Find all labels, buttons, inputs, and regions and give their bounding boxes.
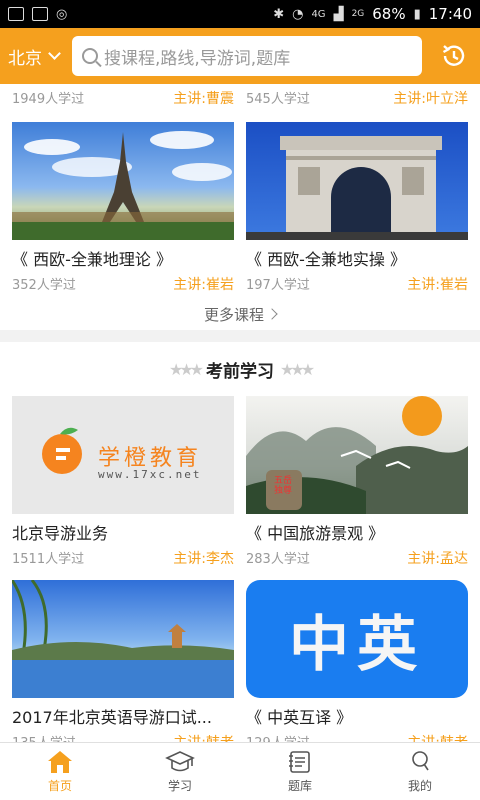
teacher-name: 主讲:李杰 <box>173 551 234 567</box>
course-card[interactable]: 《 西欧-全兼地理论 》 352人学过 主讲:崔岩 <box>12 122 234 294</box>
summer-palace-image <box>12 580 234 698</box>
teacher-name: 主讲:曹震 <box>173 91 234 107</box>
learner-count: 129人学过 <box>246 732 310 742</box>
teacher-name: 主讲:叶立洋 <box>393 91 468 107</box>
course-title: 《 西欧-全兼地理论 》 <box>12 250 172 269</box>
search-placeholder: 搜课程,路线,导游词,题库 <box>104 48 291 69</box>
course-title: 《 西欧-全兼地实操 》 <box>246 250 406 269</box>
teacher-name: 主讲:崔岩 <box>173 277 234 293</box>
signal-icon: ▟ <box>333 6 344 22</box>
course-meta: 545人学过 主讲:叶立洋 <box>246 88 468 108</box>
wifi-icon: ◔ <box>292 6 304 22</box>
bluetooth-icon: ✱ <box>273 6 285 22</box>
wechat-icon: ◎ <box>56 6 68 22</box>
nav-label: 我的 <box>407 779 432 793</box>
chevron-down-icon <box>48 47 61 60</box>
course-title: 《 中国旅游景观 》 <box>246 524 385 543</box>
learner-count: 197人学过 <box>246 278 310 293</box>
battery-icon: ▮ <box>413 6 421 22</box>
courses-section: 1949人学过 主讲:曹震 545人学过 主讲:叶立洋 《 西欧-全兼地理论 》… <box>0 84 480 330</box>
xuecheng-logo-image: 学橙教育 www.17xc.net <box>12 396 234 514</box>
exam-section: ★★★ 考前学习 ★★★ 学橙教育 www.17xc.net 北京导游业务 15… <box>0 342 480 742</box>
network2-label: 2G <box>351 9 365 19</box>
app-header: 北京 搜课程,路线,导游词,题库 <box>0 28 480 84</box>
teacher-name: 主讲:孟达 <box>407 551 468 567</box>
book-icon <box>289 751 310 773</box>
stars-icon: ★★★ <box>280 359 315 379</box>
teacher-name: 主讲:韩老 <box>407 732 468 742</box>
learner-count: 283人学过 <box>246 552 310 567</box>
more-courses-label: 更多课程 <box>203 305 264 324</box>
user-icon <box>412 751 429 771</box>
course-card[interactable]: 2017年北京英语导游口试... 135人学过 主讲:韩老 <box>12 580 234 742</box>
section-title: ★★★ 考前学习 ★★★ <box>0 342 480 396</box>
graduation-cap-icon <box>165 751 195 772</box>
course-card[interactable]: 《 西欧-全兼地实操 》 197人学过 主讲:崔岩 <box>246 122 468 294</box>
nav-study[interactable]: 学习 <box>120 743 240 800</box>
search-input[interactable]: 搜课程,路线,导游词,题库 <box>72 36 422 76</box>
learner-count: 545人学过 <box>246 92 310 107</box>
chinese-landscape-image: 五岳独尊 <box>246 396 468 514</box>
learner-count: 1949人学过 <box>12 92 85 107</box>
arc-de-triomphe-image <box>246 122 468 240</box>
nav-home[interactable]: 首页 <box>0 743 120 800</box>
city-label: 北京 <box>8 48 42 69</box>
logo-url: www.17xc.net <box>98 468 202 481</box>
history-icon <box>442 45 465 66</box>
home-icon <box>48 751 72 773</box>
nav-label: 题库 <box>287 779 312 793</box>
learner-count: 1511人学过 <box>12 552 85 567</box>
battery-level: 68% <box>372 5 406 23</box>
thumb-big-text: 中英 <box>289 609 425 680</box>
nav-profile[interactable]: 我的 <box>360 743 480 800</box>
course-card[interactable]: 中英 《 中英互译 》 129人学过 主讲:韩老 <box>246 580 468 742</box>
clock: 17:40 <box>428 5 472 23</box>
city-selector[interactable]: 北京 <box>8 44 68 69</box>
main-content[interactable]: 1949人学过 主讲:曹震 545人学过 主讲:叶立洋 《 西欧-全兼地理论 》… <box>0 84 480 742</box>
course-card[interactable]: 五岳独尊 《 中国旅游景观 》 283人学过 主讲:孟达 <box>246 396 468 568</box>
teacher-name: 主讲:崔岩 <box>407 277 468 293</box>
teacher-name: 主讲:韩老 <box>173 732 234 742</box>
gallery-icon <box>32 7 48 21</box>
course-card[interactable]: 学橙教育 www.17xc.net 北京导游业务 1511人学过 主讲:李杰 <box>12 396 234 568</box>
learner-count: 352人学过 <box>12 278 76 293</box>
course-meta: 1949人学过 主讲:曹震 <box>12 88 234 108</box>
course-title: 《 中英互译 》 <box>246 708 353 727</box>
chevron-right-icon <box>266 308 278 320</box>
course-title: 2017年北京英语导游口试... <box>12 708 212 727</box>
search-icon <box>82 48 98 64</box>
image-icon <box>8 7 24 21</box>
network-label: 4G <box>311 8 326 20</box>
section-title-label: 考前学习 <box>206 361 274 382</box>
history-button[interactable] <box>436 38 472 74</box>
nav-question-bank[interactable]: 题库 <box>240 743 360 800</box>
bottom-nav: 首页 学习 题库 我的 <box>0 742 480 800</box>
eiffel-tower-image <box>12 122 234 240</box>
stars-icon: ★★★ <box>168 359 204 379</box>
status-bar: ◎ ✱ ◔ 4G ▟ 2G 68% ▮ 17:40 <box>0 0 480 28</box>
learner-count: 135人学过 <box>12 732 76 742</box>
more-courses-link[interactable]: 更多课程 <box>0 294 480 334</box>
nav-label: 学习 <box>167 779 192 793</box>
chinese-english-image: 中英 <box>246 580 468 698</box>
nav-label: 首页 <box>47 779 72 793</box>
stone-inscription: 五岳独尊 <box>274 476 293 496</box>
course-title: 北京导游业务 <box>12 524 109 543</box>
